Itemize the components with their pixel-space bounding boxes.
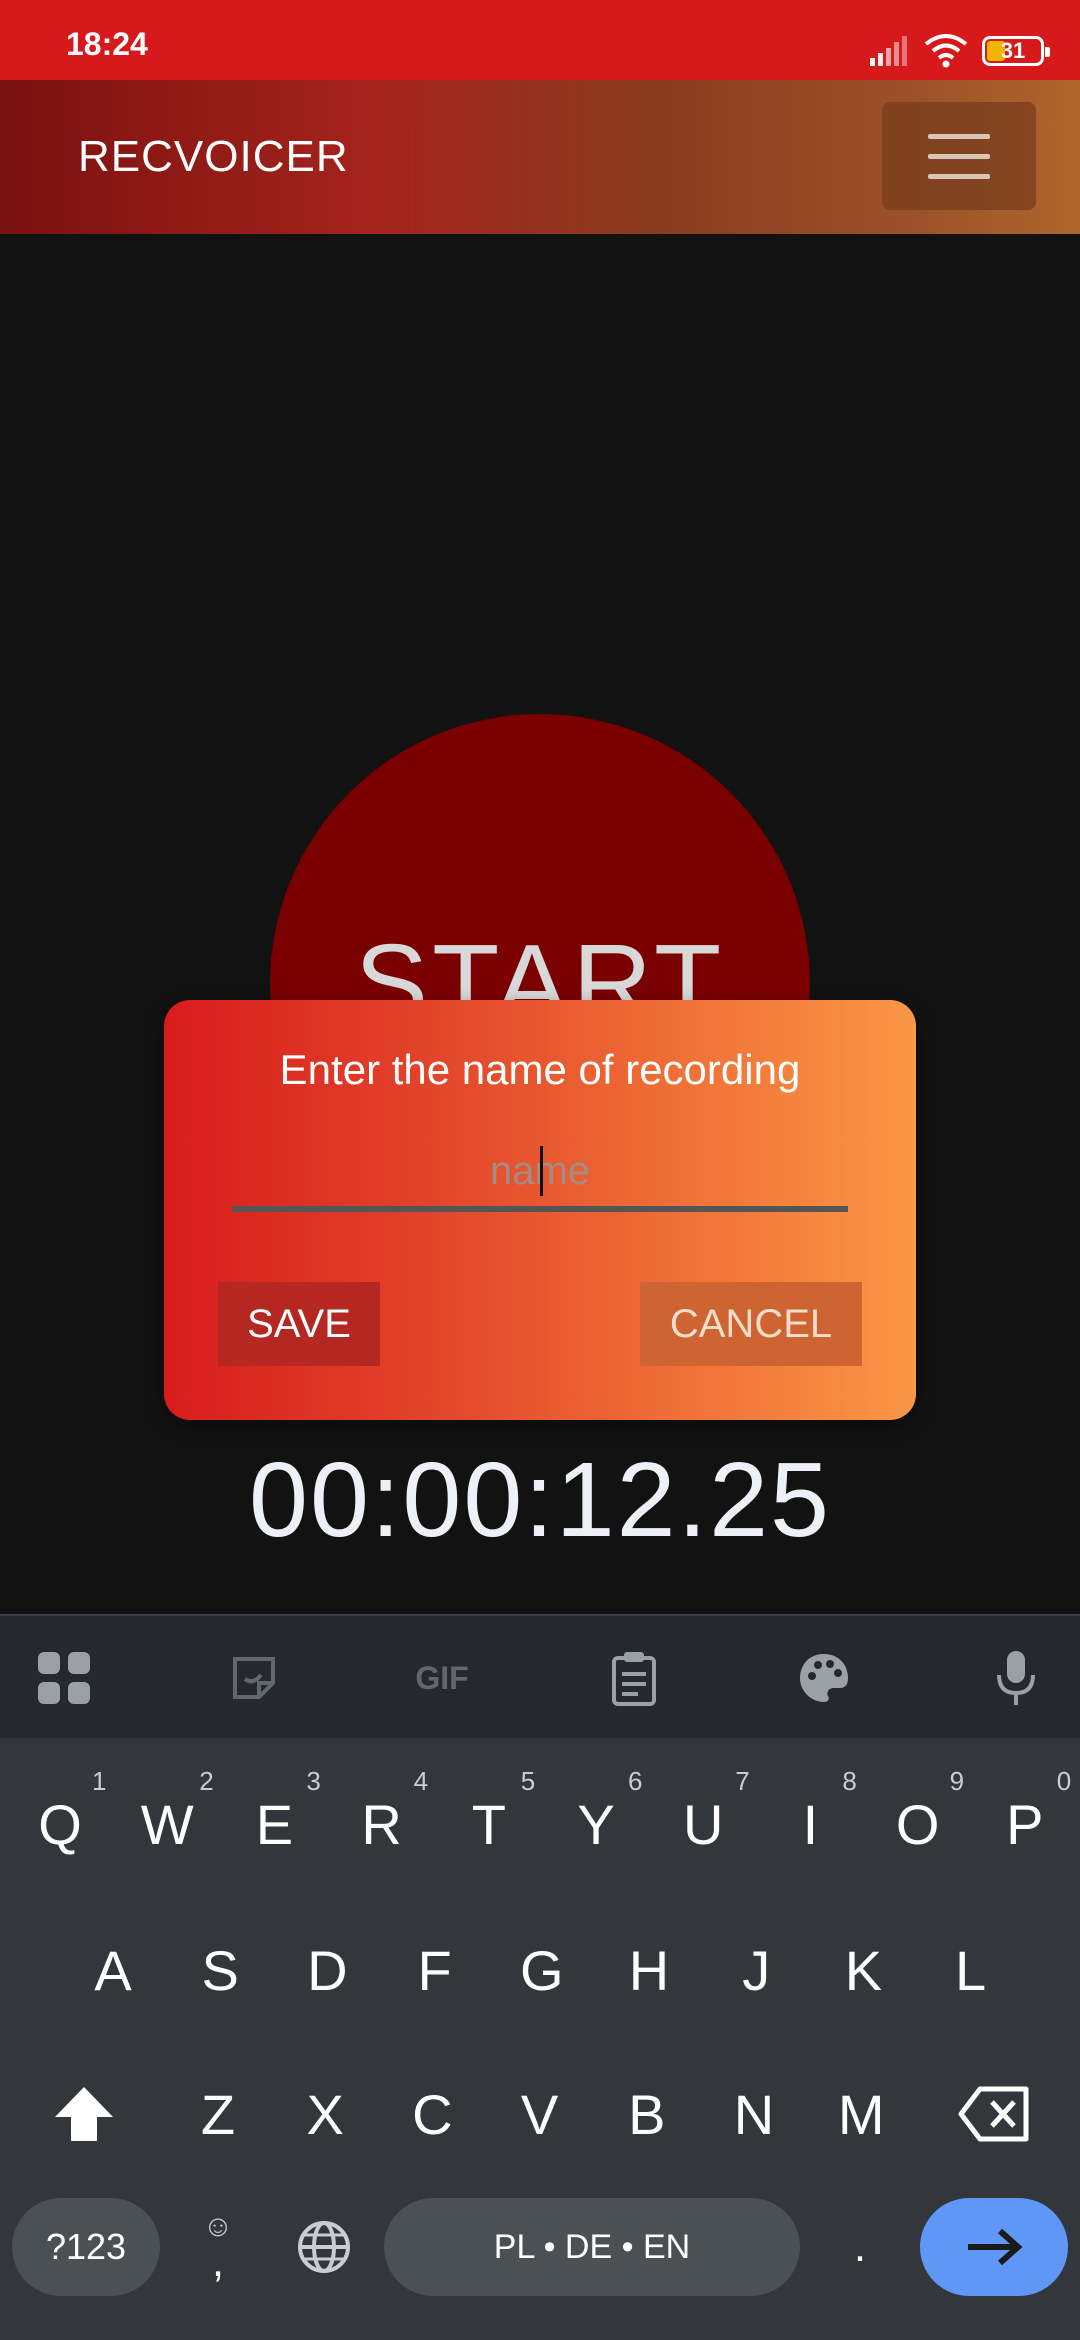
clipboard-icon[interactable]	[602, 1646, 666, 1710]
key-b[interactable]: B	[597, 2054, 697, 2174]
enter-key[interactable]	[920, 2198, 1068, 2296]
key-h[interactable]: H	[599, 1910, 699, 2030]
backspace-icon	[958, 2086, 1029, 2142]
key-hint: 1	[92, 1766, 107, 1796]
key-hint: 2	[199, 1766, 214, 1796]
arrow-right-icon	[968, 2228, 1023, 2266]
wifi-icon	[924, 34, 968, 68]
key-f[interactable]: F	[385, 1910, 485, 2030]
save-button[interactable]: SAVE	[218, 1282, 380, 1366]
sticker-icon[interactable]	[222, 1646, 286, 1710]
key-hint: 7	[735, 1766, 750, 1796]
key-hint: 3	[306, 1766, 321, 1796]
signal-icon	[870, 36, 907, 66]
globe-icon	[298, 2221, 350, 2273]
cancel-button[interactable]: CANCEL	[640, 1282, 862, 1366]
key-z[interactable]: Z	[168, 2054, 268, 2174]
status-icons: 31	[870, 28, 1050, 74]
key-j[interactable]: J	[706, 1910, 806, 2030]
name-dialog: Enter the name of recording SAVE CANCEL	[164, 1000, 916, 1420]
period-key[interactable]: .	[810, 2192, 910, 2302]
key-x[interactable]: X	[275, 2054, 375, 2174]
shift-icon	[55, 2087, 113, 2141]
backspace-key[interactable]	[944, 2054, 1044, 2174]
key-hint: 6	[628, 1766, 643, 1796]
battery-icon: 31	[982, 36, 1050, 66]
key-g[interactable]: G	[492, 1910, 592, 2030]
emoji-comma-key[interactable]: ☺ ,	[168, 2192, 268, 2302]
key-l[interactable]: L	[921, 1910, 1021, 2030]
key-s[interactable]: S	[170, 1910, 270, 2030]
text-caret	[540, 1146, 543, 1196]
key-hint: 0	[1056, 1766, 1072, 1796]
language-key[interactable]	[274, 2192, 374, 2302]
key-hint: 9	[949, 1766, 965, 1796]
recording-timer: 00:00:12.25	[249, 1441, 831, 1559]
gif-icon[interactable]: GIF	[410, 1646, 474, 1710]
key-c[interactable]: C	[382, 2054, 482, 2174]
key-hint: 4	[413, 1766, 429, 1796]
soft-keyboard: GIF Q 1 W 2 E 3 R 4 T 5 Y 6 U 7 I 8 O 9 …	[0, 1614, 1080, 2340]
key-m[interactable]: M	[811, 2054, 911, 2174]
key-a[interactable]: A	[63, 1910, 163, 2030]
dialog-title: Enter the name of recording	[279, 1046, 801, 1093]
key-v[interactable]: V	[490, 2054, 590, 2174]
mic-icon[interactable]	[984, 1646, 1048, 1710]
symbols-key[interactable]: ?123	[12, 2198, 160, 2296]
app-title: RECVOICER	[78, 132, 349, 181]
menu-button[interactable]	[882, 102, 1036, 210]
key-d[interactable]: D	[277, 1910, 377, 2030]
palette-icon[interactable]	[792, 1646, 856, 1710]
key-hint: 5	[520, 1766, 536, 1796]
key-n[interactable]: N	[704, 2054, 804, 2174]
battery-level: 31	[1000, 38, 1026, 63]
key-k[interactable]: K	[813, 1910, 913, 2030]
keyboard-toolbar: GIF	[0, 1614, 1080, 1738]
shift-key[interactable]	[34, 2054, 134, 2174]
comma-label: ,	[211, 2237, 225, 2286]
key-hint: 8	[842, 1766, 857, 1796]
status-time: 18:24	[66, 26, 148, 62]
space-bar[interactable]: PL • DE • EN	[384, 2198, 800, 2296]
